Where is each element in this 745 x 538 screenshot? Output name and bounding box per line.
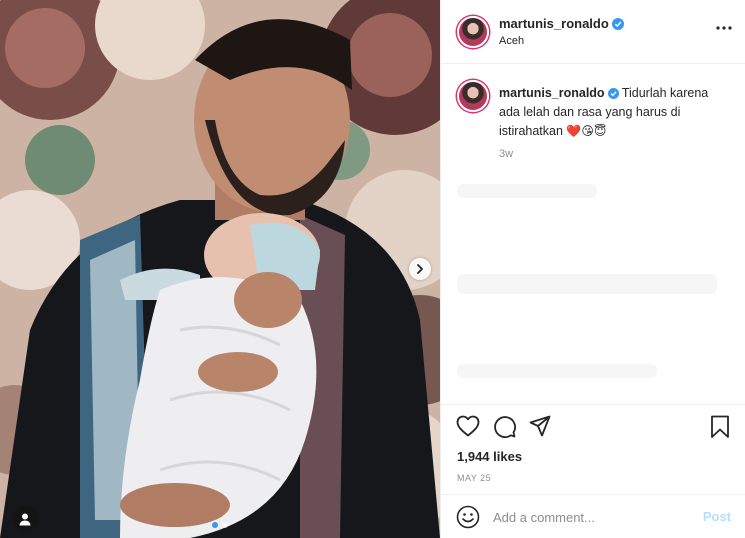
- post-details-panel: martunis_ronaldo Aceh martunis_ronaldo T…: [440, 0, 745, 538]
- avatar[interactable]: [457, 16, 489, 48]
- like-count[interactable]: 1,944 likes: [457, 449, 522, 464]
- verified-badge-icon: [611, 18, 624, 30]
- post-photo[interactable]: [0, 0, 440, 538]
- username-text: martunis_ronaldo: [499, 16, 609, 31]
- carousel-dot: [222, 522, 228, 528]
- action-bar: 1,944 likes MAY 25: [441, 404, 745, 494]
- blurred-comment: [457, 364, 657, 378]
- post-header: martunis_ronaldo Aceh: [441, 0, 745, 64]
- user-tag-icon: [19, 513, 31, 525]
- caption-area: martunis_ronaldo Tidurlah karena ada lel…: [441, 64, 745, 404]
- carousel-next-button[interactable]: [409, 258, 431, 280]
- bookmark-icon[interactable]: [710, 415, 730, 439]
- caption-username[interactable]: martunis_ronaldo: [499, 86, 605, 100]
- blurred-comment: [457, 184, 597, 198]
- carousel-indicator: [212, 522, 228, 528]
- post-comment-button[interactable]: Post: [703, 509, 731, 524]
- comment-input[interactable]: [493, 507, 693, 527]
- smiley-icon[interactable]: [456, 505, 480, 529]
- more-options-icon[interactable]: [716, 26, 732, 30]
- comment-box: Post: [441, 494, 745, 538]
- caption-age: 3w: [499, 148, 514, 160]
- verified-badge-icon: [607, 88, 619, 99]
- location-link[interactable]: Aceh: [499, 35, 524, 47]
- carousel-dot-active: [212, 522, 218, 528]
- post-date[interactable]: MAY 25: [457, 473, 491, 483]
- caption-avatar[interactable]: [457, 80, 489, 112]
- blurred-comment: [457, 274, 717, 294]
- caption-text: martunis_ronaldo Tidurlah karena ada lel…: [499, 84, 731, 141]
- photo-image: [0, 0, 440, 538]
- user-tag-button[interactable]: [12, 506, 38, 532]
- chevron-right-icon: [417, 264, 423, 274]
- username-link[interactable]: martunis_ronaldo: [499, 16, 624, 31]
- caption-emojis: ❤️😘😇: [566, 124, 607, 138]
- comment-bubble-icon[interactable]: [493, 415, 516, 438]
- heart-icon[interactable]: [456, 415, 480, 437]
- paper-plane-icon[interactable]: [529, 415, 551, 437]
